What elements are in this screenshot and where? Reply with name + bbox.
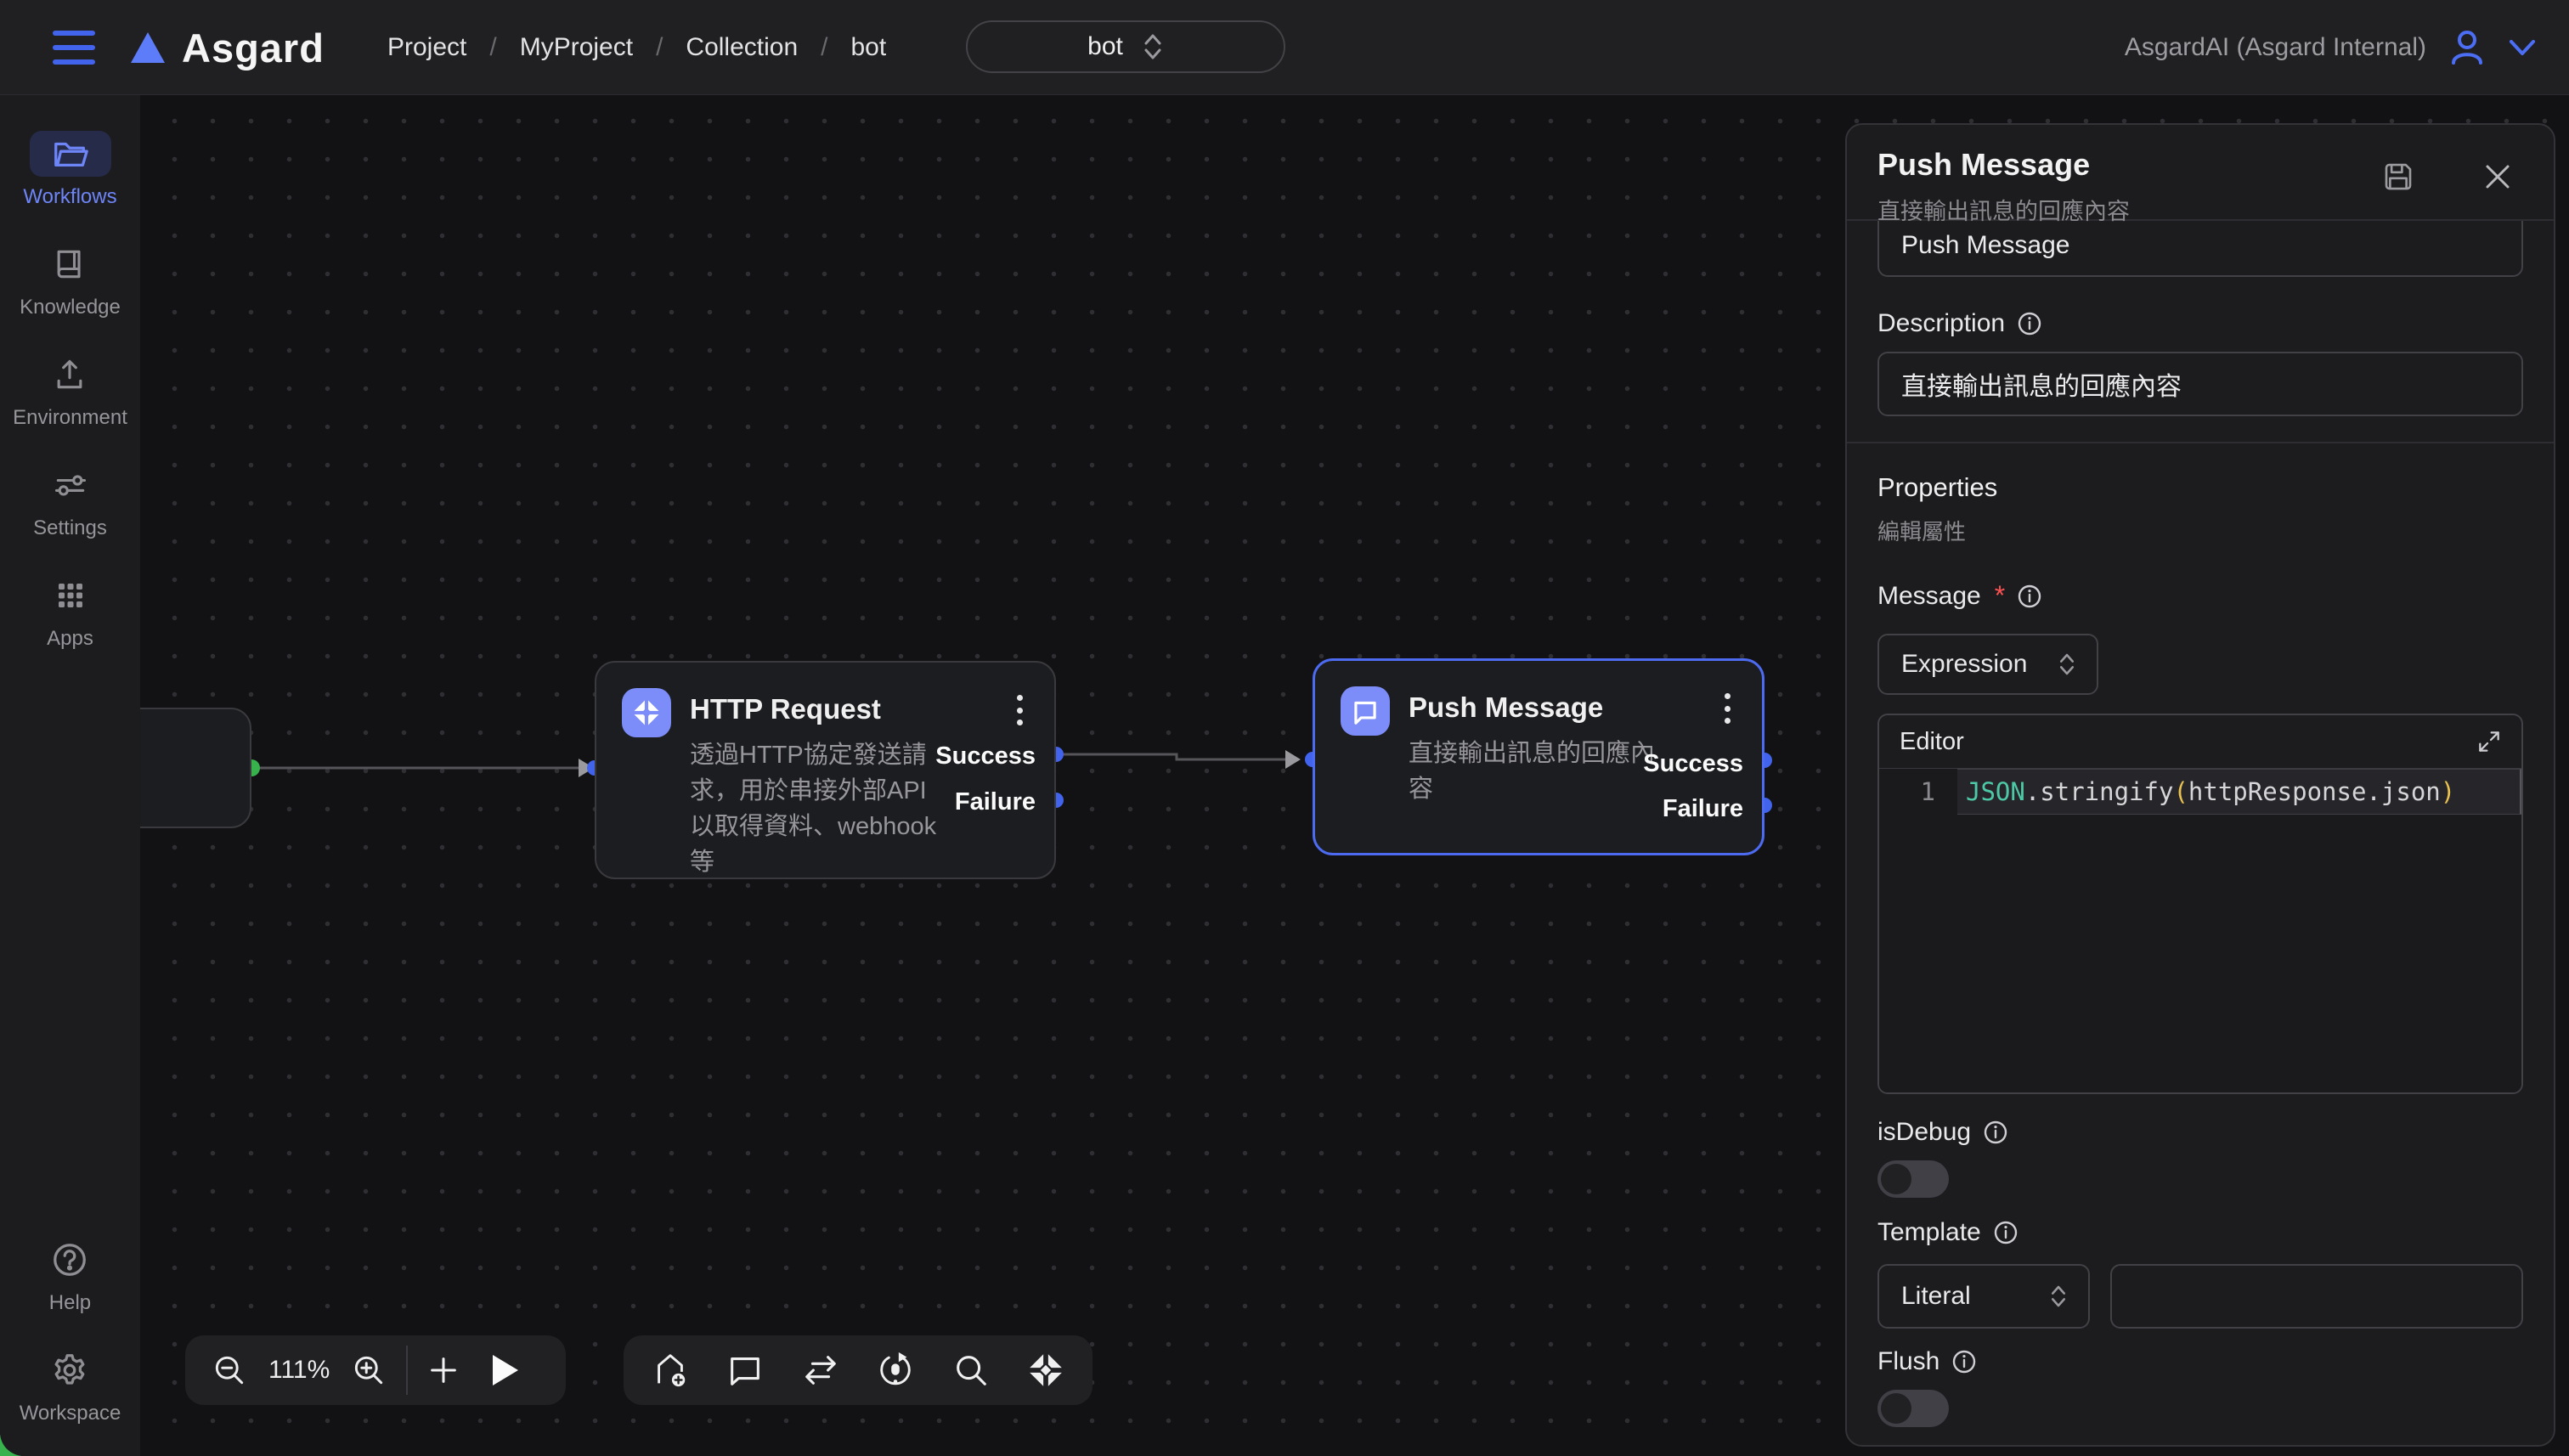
sidebar-item-settings[interactable]: Settings	[30, 462, 111, 540]
code-line[interactable]: JSON.stringify(httpResponse.json)	[1957, 769, 2521, 815]
isdebug-label: isDebug	[1877, 1118, 2523, 1147]
comment-icon[interactable]	[726, 1351, 765, 1390]
info-icon[interactable]	[2017, 311, 2042, 336]
account-name: AsgardAI (Asgard Internal)	[2125, 33, 2426, 62]
auto-layout-icon[interactable]	[801, 1351, 840, 1390]
breadcrumb-project[interactable]: Project	[387, 33, 466, 62]
node-title: Push Message	[1409, 691, 1603, 724]
required-mark: *	[1995, 580, 2005, 612]
template-type-select[interactable]: Literal	[1877, 1264, 2090, 1329]
template-value-field[interactable]	[2110, 1264, 2523, 1329]
http-request-icon	[622, 688, 671, 737]
flush-toggle[interactable]	[1877, 1390, 1949, 1427]
upload-icon	[29, 352, 110, 398]
app-logo[interactable]: Asgard	[129, 0, 325, 95]
node-config-panel: Push Message 直接輸出訊息的回應內容 Push Message De…	[1845, 123, 2555, 1447]
breadcrumb: Project/ MyProject/ Collection/ bot	[387, 0, 886, 95]
sidebar-item-environment[interactable]: Environment	[13, 352, 127, 430]
breadcrumb-myproject[interactable]: MyProject	[520, 33, 633, 62]
info-icon[interactable]	[1951, 1349, 1977, 1374]
sidebar-item-workflows[interactable]: Workflows	[23, 131, 116, 209]
line-number: 1	[1879, 769, 1957, 815]
editor-label: Editor	[1900, 728, 1964, 756]
close-icon[interactable]	[2482, 161, 2513, 192]
port-success[interactable]: Success	[1643, 750, 1743, 778]
save-icon[interactable]	[2380, 159, 2416, 195]
apps-grid-icon	[30, 573, 111, 618]
hamburger-menu-icon[interactable]	[53, 31, 95, 65]
node-menu-kebab-icon[interactable]	[1714, 690, 1740, 727]
zoom-toolbar: 111%	[185, 1335, 566, 1405]
breadcrumb-collection[interactable]: Collection	[686, 33, 798, 62]
node-http-request[interactable]: HTTP Request 透過HTTP協定發送請求，用於串接外部API以取得資料…	[595, 661, 1056, 879]
code-area[interactable]: 1 JSON.stringify(httpResponse.json)	[1879, 768, 2521, 1092]
node-description: 透過HTTP協定發送請求，用於串接外部API以取得資料、webhook等	[690, 737, 950, 880]
sidebar-item-apps[interactable]: Apps	[30, 573, 111, 651]
sidebar-item-knowledge[interactable]: Knowledge	[20, 241, 121, 319]
sliders-icon	[30, 462, 111, 508]
workflow-select-value: bot	[1087, 32, 1123, 61]
rerun-highlight-icon[interactable]	[876, 1351, 915, 1390]
panel-body[interactable]: Push Message Description 直接輸出訊息的回應內容 Pro…	[1847, 221, 2554, 1447]
node-title: HTTP Request	[690, 693, 881, 725]
toolbar-divider	[406, 1346, 408, 1395]
chevrons-up-down-icon	[2049, 1284, 2068, 1309]
user-icon	[2447, 27, 2487, 68]
logo-triangle-icon	[129, 31, 167, 65]
search-icon[interactable]	[951, 1351, 991, 1390]
add-button[interactable]	[426, 1353, 460, 1387]
canvas-tools-toolbar	[624, 1335, 1093, 1405]
panel-header: Push Message 直接輸出訊息的回應內容	[1847, 125, 2554, 219]
app-window: HTTP Request 透過HTTP協定發送請求，用於串接外部API以取得資料…	[0, 0, 2569, 1456]
zoom-out-button[interactable]	[211, 1352, 248, 1389]
previous-node-partial[interactable]	[140, 708, 251, 828]
account-menu[interactable]: AsgardAI (Asgard Internal)	[2125, 0, 2537, 95]
run-button[interactable]	[489, 1353, 520, 1387]
chevrons-up-down-icon	[1142, 32, 1164, 61]
zoom-level: 111%	[268, 1356, 330, 1385]
info-icon[interactable]	[1993, 1220, 2019, 1245]
template-label: Template	[1877, 1218, 2523, 1247]
description-label: Description	[1877, 309, 2523, 338]
description-field[interactable]: 直接輸出訊息的回應內容	[1877, 352, 2523, 416]
book-icon	[29, 241, 110, 287]
node-push-message[interactable]: Push Message 直接輸出訊息的回應內容 Success Failure	[1313, 658, 1764, 855]
workflow-select[interactable]: bot	[966, 20, 1285, 73]
fit-view-icon[interactable]	[1026, 1351, 1065, 1390]
properties-subtitle: 編輯屬性	[1877, 515, 2523, 546]
sidebar-item-workspace[interactable]: Workspace	[20, 1347, 121, 1425]
folder-icon	[30, 131, 111, 177]
chevrons-up-down-icon	[2058, 652, 2076, 677]
add-node-icon[interactable]	[651, 1351, 690, 1390]
expand-icon[interactable]	[2476, 728, 2503, 755]
name-field[interactable]: Push Message	[1877, 221, 2523, 277]
logo-text: Asgard	[182, 25, 325, 71]
question-circle-icon	[29, 1237, 110, 1283]
info-icon[interactable]	[2017, 584, 2042, 609]
gear-icon	[29, 1347, 110, 1393]
info-icon[interactable]	[1983, 1120, 2008, 1145]
isdebug-toggle[interactable]	[1877, 1160, 1949, 1198]
properties-title: Properties	[1877, 472, 2523, 503]
push-message-icon	[1341, 686, 1390, 736]
port-failure[interactable]: Failure	[1663, 795, 1743, 823]
sidebar-item-help[interactable]: Help	[29, 1237, 110, 1315]
message-type-select[interactable]: Expression	[1877, 634, 2098, 695]
flush-label: Flush	[1877, 1347, 2523, 1376]
breadcrumb-bot[interactable]: bot	[851, 33, 887, 62]
section-divider	[1847, 442, 2554, 443]
top-header: Asgard Project/ MyProject/ Collection/ b…	[0, 0, 2569, 95]
port-failure[interactable]: Failure	[955, 788, 1036, 816]
expression-editor: Editor 1 JSON.stringify(httpResponse.jso…	[1877, 714, 2523, 1094]
message-label: Message *	[1877, 580, 2523, 612]
left-sidebar: Workflows Knowledge Environment	[0, 95, 140, 1456]
port-success[interactable]: Success	[935, 742, 1036, 770]
node-menu-kebab-icon[interactable]	[1007, 691, 1032, 729]
node-description: 直接輸出訊息的回應內容	[1409, 736, 1672, 807]
chevron-down-icon[interactable]	[2508, 38, 2537, 57]
payload-label: Payload	[1877, 1446, 2523, 1447]
zoom-in-button[interactable]	[350, 1352, 387, 1389]
